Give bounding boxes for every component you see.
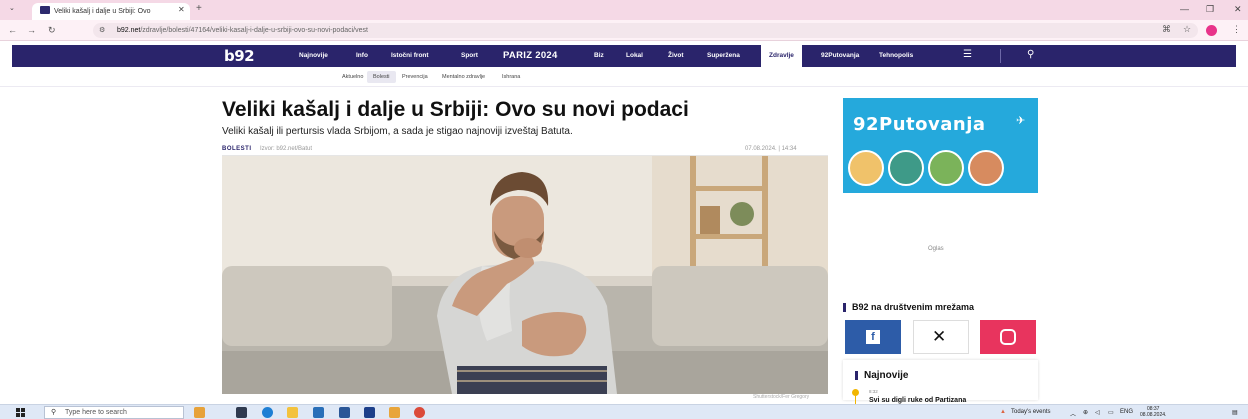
nav-lokal[interactable]: Lokal	[626, 52, 643, 59]
taskbar-search-input[interactable]: Type here to search	[44, 406, 184, 419]
nav-divider	[1000, 49, 1001, 63]
back-icon[interactable]: ←	[8, 25, 17, 35]
bookmark-star-icon[interactable]: ☆	[1183, 24, 1191, 35]
subnav-ishrana[interactable]: Ishrana	[502, 74, 520, 80]
airplane-icon: ✈	[1016, 115, 1026, 127]
hamburger-menu-icon[interactable]: ☰	[963, 49, 972, 60]
language-indicator[interactable]: ENG	[1120, 409, 1133, 415]
article-headline: Veliki kašalj i dalje u Srbiji: Ovo su n…	[222, 98, 689, 121]
nav-najnovije[interactable]: Najnovije	[299, 52, 328, 59]
nav-superzena[interactable]: Superžena	[707, 52, 740, 59]
nav-zdravlje[interactable]: Zdravlje	[761, 45, 802, 67]
taskbar-search-icon: ⚲	[51, 409, 57, 416]
restore-icon[interactable]: ❐	[1206, 4, 1214, 15]
minimize-icon[interactable]: —	[1180, 4, 1189, 14]
nav-info[interactable]: Info	[356, 52, 368, 59]
file-explorer-icon[interactable]	[287, 407, 298, 418]
x-icon: ✕	[932, 327, 947, 346]
url-path: /zdravlje/bolesti/47164/veliki-kasalj-i-…	[140, 27, 368, 34]
latest-accent-bar	[855, 371, 858, 380]
volume-icon[interactable]: ◁	[1095, 409, 1100, 416]
site-navbar: b92 Najnovije Info Istočni front Sport P…	[12, 45, 1236, 67]
paint-icon[interactable]	[389, 407, 400, 418]
edge-icon[interactable]	[262, 407, 273, 418]
app-icon[interactable]	[364, 407, 375, 418]
nav-pariz-2024[interactable]: PARIZ 2024	[503, 50, 558, 61]
promo-photo-4	[968, 150, 1004, 186]
word-icon[interactable]	[339, 407, 350, 418]
store-icon[interactable]	[313, 407, 324, 418]
close-window-icon[interactable]: ✕	[1234, 4, 1242, 15]
new-tab-icon[interactable]: +	[196, 3, 202, 14]
coughing-man-photo	[222, 156, 828, 394]
tab-search-icon[interactable]: ⌄	[9, 4, 15, 12]
article-hero-image	[222, 156, 828, 394]
chrome-icon[interactable]	[414, 407, 425, 418]
windows-taskbar: Type here to search ⚲ ▲ Today's events ︿…	[0, 404, 1248, 419]
subnav-prevencija[interactable]: Prevencija	[402, 74, 428, 80]
task-view-icon[interactable]	[236, 407, 247, 418]
promo-photo-1	[848, 150, 884, 186]
nav-sport[interactable]: Sport	[461, 52, 478, 59]
tab-title: Veliki kašalj i dalje u Srbiji: Ovo	[54, 8, 151, 15]
browser-tab[interactable]: Veliki kašalj i dalje u Srbiji: Ovo	[32, 3, 190, 20]
events-label[interactable]: Today's events	[1011, 409, 1051, 415]
clock[interactable]: 08:37 08.08.2024.	[1140, 406, 1166, 418]
network-icon[interactable]: ⊕	[1083, 409, 1088, 416]
article-lead: Veliki kašalj ili pertursis vlada Srbijo…	[222, 126, 573, 137]
search-icon[interactable]: ⚲	[1027, 49, 1034, 60]
windows-start-icon[interactable]	[16, 408, 25, 417]
b92-favicon-icon	[40, 6, 50, 14]
ad-label: Oglas	[928, 246, 944, 252]
forward-icon[interactable]: →	[27, 25, 36, 35]
battery-icon[interactable]: ▭	[1108, 409, 1114, 416]
nav-zivot[interactable]: Život	[668, 52, 684, 59]
events-icon: ▲	[1000, 409, 1006, 415]
facebook-icon: f	[866, 330, 880, 344]
notifications-icon[interactable]: ▤	[1232, 409, 1238, 416]
translate-icon[interactable]: ⌘	[1162, 24, 1171, 35]
b92-logo[interactable]: b92	[224, 47, 255, 65]
timeline-line	[855, 396, 856, 404]
tray-chevron-icon[interactable]: ︿	[1070, 409, 1076, 418]
photo-credit: Shutterstock/Fer Gregory	[753, 394, 810, 400]
promo-photo-3	[928, 150, 964, 186]
article-source: Izvor: b92.net/Batut	[260, 146, 313, 152]
subnav-aktuelno[interactable]: Aktuelno	[342, 74, 363, 80]
heading-accent-bar	[843, 303, 846, 312]
latest-item-link[interactable]: Svi su digli ruke od Partizana	[869, 397, 966, 404]
subnav-bolesti[interactable]: Bolesti	[367, 71, 396, 83]
timeline-dot	[852, 389, 859, 396]
instagram-icon	[1000, 329, 1016, 345]
clock-date: 08.08.2024.	[1140, 412, 1167, 418]
nav-92putovanja[interactable]: 92Putovanja	[821, 52, 859, 59]
facebook-button[interactable]: f	[845, 320, 901, 354]
section-subnav: Aktuelno Bolesti Prevencija Mentalno zdr…	[0, 67, 1248, 87]
url-host: b92.net	[117, 27, 141, 34]
article-date: 07.08.2024. | 14:34	[745, 146, 797, 152]
instagram-button[interactable]	[980, 320, 1036, 354]
nav-istocni-front[interactable]: Istočni front	[391, 52, 429, 59]
address-bar-row: ← → ↻ b92.net/zdravlje/bolesti/47164/vel…	[0, 20, 1248, 41]
reload-icon[interactable]: ↻	[48, 25, 56, 36]
url-input[interactable]: b92.net/zdravlje/bolesti/47164/veliki-ka…	[93, 23, 1198, 38]
weather-widget-icon[interactable]	[194, 407, 205, 418]
latest-time: 8:32	[869, 389, 878, 394]
site-info-icon[interactable]: ⚙	[99, 26, 105, 34]
nav-tehnopolis[interactable]: Tehnopolis	[879, 52, 913, 59]
promo-title: 92Putovanja	[853, 114, 986, 135]
nav-biz[interactable]: Biz	[594, 52, 604, 59]
article-category-link[interactable]: BOLESTI	[222, 146, 252, 152]
menu-kebab-icon[interactable]: ⋮	[1232, 24, 1241, 35]
tab-close-icon[interactable]: ✕	[178, 5, 185, 14]
promo-photo-2	[888, 150, 924, 186]
browser-tab-bar: ⌄ Veliki kašalj i dalje u Srbiji: Ovo ✕ …	[0, 0, 1248, 20]
social-heading: B92 na društvenim mrežama	[852, 302, 975, 312]
profile-avatar-icon[interactable]	[1206, 25, 1217, 36]
subnav-mentalno-zdravlje[interactable]: Mentalno zdravlje	[442, 74, 485, 80]
x-button[interactable]: ✕	[913, 320, 969, 354]
latest-heading: Najnovije	[864, 370, 909, 381]
